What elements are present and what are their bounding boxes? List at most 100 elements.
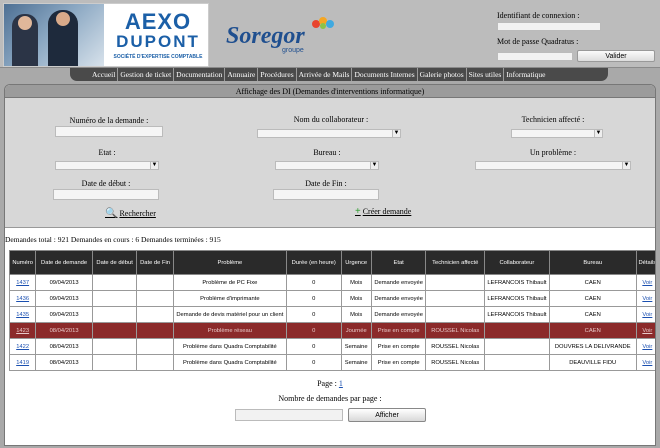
menu-item-informatique[interactable]: Informatique bbox=[504, 68, 547, 81]
login-submit-button[interactable]: Valider bbox=[577, 50, 655, 62]
cell-duree: 0 bbox=[285, 290, 342, 307]
cell-date-fin bbox=[136, 322, 174, 339]
cell-details[interactable]: Voir bbox=[635, 274, 655, 291]
col-date-debut[interactable]: Date de début bbox=[91, 250, 138, 275]
search-icon: 🔍 bbox=[105, 208, 118, 219]
probleme-select[interactable]: ▼ bbox=[475, 161, 631, 170]
menu-item-arrivee-mails[interactable]: Arrivée de Mails bbox=[297, 68, 353, 81]
col-technicien[interactable]: Technicien affecté bbox=[425, 250, 486, 275]
request-number-link[interactable]: 1422 bbox=[16, 344, 29, 350]
login-password-input[interactable] bbox=[497, 52, 573, 61]
menu-item-accueil[interactable]: Accueil bbox=[90, 68, 119, 81]
cell-date-demande: 08/04/2013 bbox=[35, 338, 93, 355]
col-etat[interactable]: Etat bbox=[370, 250, 427, 275]
col-probleme[interactable]: Problème bbox=[172, 250, 287, 275]
per-page-label: Nombre de demandes par page : bbox=[278, 394, 382, 403]
table-row[interactable]: 1419 08/04/2013 Problème dans Quadra Com… bbox=[8, 354, 655, 371]
request-number-link[interactable]: 1437 bbox=[16, 280, 29, 286]
col-collaborateur[interactable]: Collaborateur bbox=[484, 250, 550, 275]
view-details-link[interactable]: Voir bbox=[642, 360, 652, 366]
pagination: Page : 1 bbox=[5, 379, 655, 388]
cell-probleme: Problème dans Quadra Comptabilité bbox=[172, 338, 287, 355]
table-row[interactable]: 1437 09/04/2013 Problème de PC Fixe 0 Mo… bbox=[8, 274, 655, 291]
per-page-input[interactable] bbox=[235, 409, 343, 421]
chevron-down-icon: ▼ bbox=[622, 162, 630, 169]
cell-technicien bbox=[425, 290, 486, 307]
cell-details[interactable]: Voir bbox=[635, 290, 655, 307]
cell-probleme: Problème d'imprimante bbox=[172, 290, 287, 307]
cell-technicien: ROUSSEL Nicolas bbox=[425, 322, 486, 339]
cell-technicien: ROUSSEL Nicolas bbox=[425, 338, 486, 355]
search-button[interactable]: 🔍 Rechercher bbox=[105, 208, 156, 219]
chevron-down-icon: ▼ bbox=[392, 130, 400, 137]
cell-etat: Demande envoyée bbox=[370, 274, 427, 291]
date-debut-input[interactable] bbox=[53, 189, 159, 200]
cell-details[interactable]: Voir bbox=[635, 338, 655, 355]
bureau-select[interactable]: ▼ bbox=[275, 161, 379, 170]
cell-numero[interactable]: 1419 bbox=[8, 354, 37, 371]
cell-date-demande: 09/04/2013 bbox=[35, 290, 93, 307]
cell-probleme: Demande de devis matériel pour un client bbox=[172, 306, 287, 323]
filter-panel: Numéro de la demande : Nom du collaborat… bbox=[5, 98, 655, 228]
col-bureau[interactable]: Bureau bbox=[548, 250, 637, 275]
cell-collaborateur: LEFRANCOIS Thibault bbox=[484, 290, 550, 307]
table-row[interactable]: 1435 09/04/2013 Demande de devis matérie… bbox=[8, 306, 655, 323]
aexo-logo-text: AEXO bbox=[124, 9, 192, 34]
table-row[interactable]: 1422 08/04/2013 Problème dans Quadra Com… bbox=[8, 338, 655, 355]
view-details-link[interactable]: Voir bbox=[642, 296, 652, 302]
menu-item-sites-utiles[interactable]: Sites utiles bbox=[467, 68, 505, 81]
request-number-link[interactable]: 1419 bbox=[16, 360, 29, 366]
col-urgence[interactable]: Urgence bbox=[340, 250, 372, 275]
cell-collaborateur bbox=[484, 354, 550, 371]
requests-table: Numéro Date de demande Date de début Dat… bbox=[8, 250, 655, 371]
menu-item-gestion-ticket[interactable]: Gestion de ticket bbox=[118, 68, 175, 81]
cell-details[interactable]: Voir bbox=[635, 306, 655, 323]
cell-numero[interactable]: 1437 bbox=[8, 274, 37, 291]
cell-duree: 0 bbox=[285, 306, 342, 323]
cell-details[interactable]: Voir bbox=[635, 322, 655, 339]
technicien-select[interactable]: ▼ bbox=[511, 129, 603, 138]
view-details-link[interactable]: Voir bbox=[642, 344, 652, 350]
menu-item-documentation[interactable]: Documentation bbox=[174, 68, 226, 81]
cell-numero[interactable]: 1423 bbox=[8, 322, 37, 339]
create-request-button[interactable]: + Créer demande bbox=[355, 206, 411, 217]
probleme-label: Un problème : bbox=[529, 148, 577, 157]
view-details-link[interactable]: Voir bbox=[642, 312, 652, 318]
col-date-demande[interactable]: Date de demande bbox=[35, 250, 93, 275]
numero-input[interactable] bbox=[55, 126, 163, 137]
request-number-link[interactable]: 1436 bbox=[16, 296, 29, 302]
cell-date-debut bbox=[91, 338, 138, 355]
cell-collaborateur bbox=[484, 322, 550, 339]
site-header: AEXO DUPONT SOCIÉTÉ D'EXPERTISE COMPTABL… bbox=[0, 0, 660, 68]
col-details[interactable]: Détails bbox=[635, 250, 655, 275]
table-row-selected[interactable]: 1423 08/04/2013 Problème réseau 0 Journé… bbox=[8, 322, 655, 339]
plus-icon: + bbox=[355, 206, 361, 217]
view-details-link[interactable]: Voir bbox=[642, 328, 652, 334]
col-numero[interactable]: Numéro bbox=[8, 250, 37, 275]
col-duree[interactable]: Durée (en heure) bbox=[285, 250, 342, 275]
soregor-sub: groupe bbox=[282, 47, 304, 54]
show-button[interactable]: Afficher bbox=[348, 408, 426, 422]
etat-select[interactable]: ▼ bbox=[55, 161, 159, 170]
cell-numero[interactable]: 1436 bbox=[8, 290, 37, 307]
bureau-label: Bureau : bbox=[313, 148, 341, 157]
cell-details[interactable]: Voir bbox=[635, 354, 655, 371]
table-row[interactable]: 1436 09/04/2013 Problème d'imprimante 0 … bbox=[8, 290, 655, 307]
request-number-link[interactable]: 1423 bbox=[16, 328, 29, 334]
cell-numero[interactable]: 1435 bbox=[8, 306, 37, 323]
view-details-link[interactable]: Voir bbox=[642, 280, 652, 286]
request-number-link[interactable]: 1435 bbox=[16, 312, 29, 318]
cell-numero[interactable]: 1422 bbox=[8, 338, 37, 355]
login-id-input[interactable] bbox=[497, 22, 601, 31]
date-fin-input[interactable] bbox=[273, 189, 379, 200]
menu-item-documents-internes[interactable]: Documents Internes bbox=[352, 68, 418, 81]
col-date-fin[interactable]: Date de Fin bbox=[136, 250, 174, 275]
menu-item-galerie-photos[interactable]: Galerie photos bbox=[418, 68, 467, 81]
cell-urgence: Mois bbox=[340, 306, 372, 323]
menu-item-annuaire[interactable]: Annuaire bbox=[225, 68, 259, 81]
page-link[interactable]: 1 bbox=[339, 379, 343, 388]
menu-item-procedures[interactable]: Procédures bbox=[258, 68, 297, 81]
date-debut-label: Date de début : bbox=[81, 179, 131, 188]
page-title: Affichage des DI (Demandes d'interventio… bbox=[5, 85, 655, 98]
collaborateur-select[interactable]: ▼ bbox=[257, 129, 401, 138]
